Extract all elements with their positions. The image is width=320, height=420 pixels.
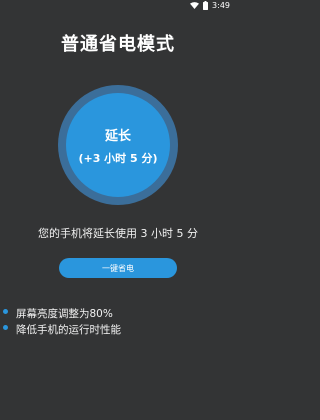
bullet-dot-icon [3, 325, 8, 330]
tip-text: 降低手机的运行时性能 [16, 324, 121, 336]
extension-info-text: 您的手机将延长使用 3 小时 5 分 [38, 227, 198, 240]
status-bar: 3:49 [0, 0, 236, 14]
extend-time-circle-inner: 延长 (+3 小时 5 分) [66, 93, 170, 197]
bullet-dot-icon [3, 309, 8, 314]
wifi-icon [190, 2, 200, 9]
extend-label: 延长 [104, 128, 131, 144]
extend-time-circle: 延长 (+3 小时 5 分) [58, 85, 178, 205]
battery-icon [203, 1, 209, 10]
extend-duration: (+3 小时 5 分) [78, 151, 158, 165]
power-saving-screen: 3:49 普通省电模式 延长 (+3 小时 5 分) 您的手机将延长使用 3 小… [0, 0, 236, 420]
one-tap-save-button[interactable]: 一键省电 [59, 258, 177, 278]
status-time: 3:49 [212, 1, 230, 10]
status-icons: 3:49 [190, 1, 230, 10]
tip-text: 屏幕亮度调整为80% [16, 308, 113, 320]
page-title: 普通省电模式 [61, 34, 175, 55]
